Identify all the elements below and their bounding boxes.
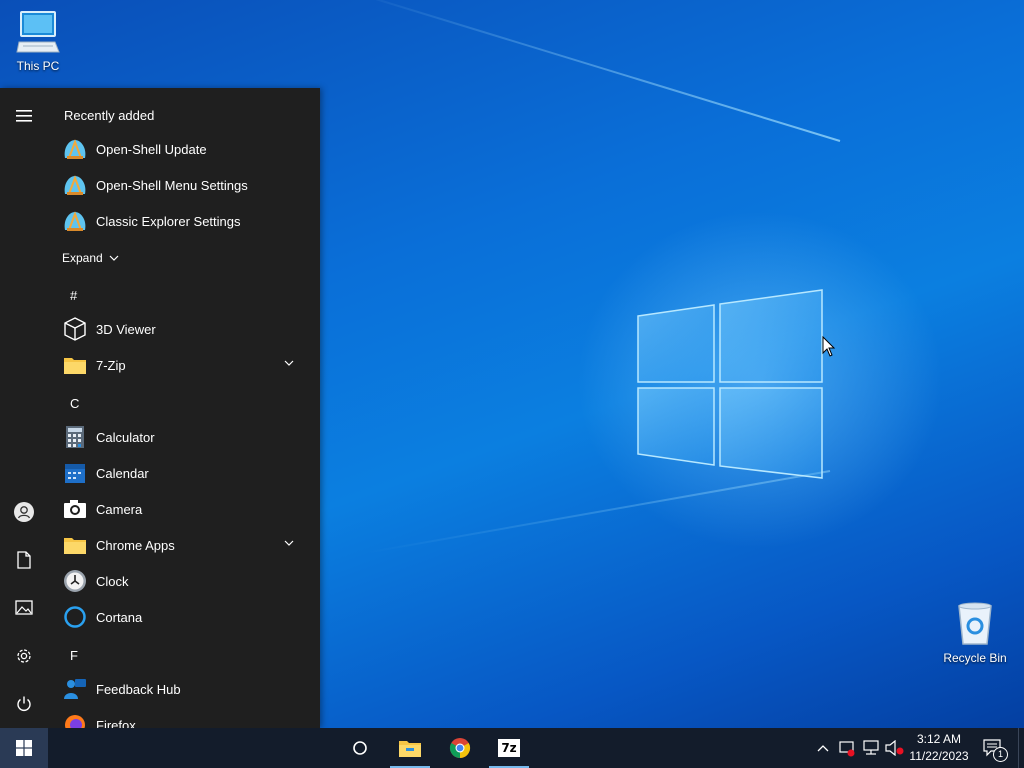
desktop-icon-label: Recycle Bin: [943, 651, 1007, 665]
show-desktop-button[interactable]: [1018, 728, 1024, 768]
settings-button[interactable]: [0, 632, 48, 680]
clock-time: 3:12 AM: [916, 732, 962, 746]
firefox-icon: [62, 712, 88, 728]
computer-icon: [16, 11, 60, 53]
desktop-icon-this-pc[interactable]: This PC: [0, 10, 76, 73]
cortana-icon: [62, 604, 88, 630]
app-item-cortana[interactable]: Cortana: [56, 599, 312, 635]
start-button[interactable]: [0, 728, 48, 768]
documents-button[interactable]: [0, 536, 48, 584]
settings-icon: [17, 649, 31, 663]
app-item-chrome-apps[interactable]: Chrome Apps: [56, 527, 312, 563]
recycle-bin-icon: [958, 602, 992, 645]
shell-icon: [62, 208, 88, 234]
clock-icon: [62, 568, 88, 594]
desktop-icon-recycle-bin[interactable]: Recycle Bin: [937, 602, 1013, 665]
calendar-icon: [62, 460, 88, 486]
app-label: 7-Zip: [96, 357, 126, 373]
user-icon: [14, 502, 34, 522]
system-clock[interactable]: 3:12 AM 11/22/2023: [900, 731, 978, 765]
hamburger-icon: [16, 110, 32, 122]
start-menu: Recently added Open-Shell Update Open-Sh…: [0, 88, 320, 728]
app-item-feedback-hub[interactable]: Feedback Hub: [56, 671, 312, 707]
app-item-open-shell-update[interactable]: Open-Shell Update: [56, 131, 312, 167]
taskbar: 7z 3:12 AM 11/22/2023 1: [0, 728, 1024, 768]
chevron-up-icon: [817, 745, 829, 752]
security-icon: [839, 741, 855, 757]
group-header-c[interactable]: C: [70, 396, 79, 411]
app-item-camera[interactable]: Camera: [56, 491, 312, 527]
pictures-button[interactable]: [0, 584, 48, 632]
start-menu-rail: [0, 88, 48, 728]
app-label: Open-Shell Update: [96, 141, 207, 157]
app-item-classic-explorer-settings[interactable]: Classic Explorer Settings: [56, 203, 312, 239]
wallpaper-beam: [366, 470, 831, 554]
app-label: 3D Viewer: [96, 321, 156, 337]
app-label: Classic Explorer Settings: [96, 213, 241, 229]
expand-button[interactable]: Expand: [62, 248, 119, 268]
group-header-f[interactable]: F: [70, 648, 78, 663]
app-list: Recently added Open-Shell Update Open-Sh…: [48, 88, 320, 728]
app-label: Firefox: [96, 717, 136, 729]
network-tray-button[interactable]: [861, 738, 881, 758]
clock-date: 11/22/2023: [909, 749, 969, 763]
app-label: Cortana: [96, 609, 143, 625]
windows-logo-icon: [16, 740, 32, 756]
seven-zip-icon: 7z: [498, 739, 520, 757]
shell-icon: [62, 136, 88, 162]
desktop-icon-label: This PC: [16, 59, 60, 73]
windows-wallpaper-logo: [637, 289, 823, 479]
app-item-calculator[interactable]: Calculator: [56, 419, 312, 455]
taskbar-7zip-button[interactable]: 7z: [485, 728, 533, 768]
chevron-down-icon: [109, 255, 119, 261]
chevron-down-icon[interactable]: [284, 539, 294, 547]
documents-icon: [17, 551, 31, 569]
taskbar-chrome-button[interactable]: [436, 728, 484, 768]
app-item-clock[interactable]: Clock: [56, 563, 312, 599]
network-icon: [863, 740, 879, 755]
app-item-firefox[interactable]: Firefox: [56, 707, 312, 728]
folder-icon: [62, 352, 88, 378]
group-header-hash[interactable]: #: [70, 288, 77, 303]
folder-icon: [62, 532, 88, 558]
cortana-search-icon: [353, 741, 367, 755]
file-explorer-icon: [399, 741, 421, 757]
app-label: Chrome Apps: [96, 537, 175, 553]
show-hidden-icons-button[interactable]: [813, 738, 833, 758]
notification-count-badge: 1: [993, 747, 1008, 762]
power-button[interactable]: [0, 680, 48, 728]
app-label: Feedback Hub: [96, 681, 181, 697]
taskbar-file-explorer-button[interactable]: [386, 728, 434, 768]
app-item-7-zip[interactable]: 7-Zip: [56, 347, 312, 383]
desktop[interactable]: This PC Recycle Bin Recently added Open-…: [0, 0, 1024, 768]
app-label: Calendar: [96, 465, 149, 481]
cube-icon: [62, 316, 88, 342]
wallpaper-beam: [342, 0, 841, 142]
taskbar-cortana-button[interactable]: [336, 728, 384, 768]
app-item-open-shell-menu-settings[interactable]: Open-Shell Menu Settings: [56, 167, 312, 203]
hamburger-button[interactable]: [0, 92, 48, 140]
calculator-icon: [62, 424, 88, 450]
app-item-calendar[interactable]: Calendar: [56, 455, 312, 491]
action-center-button[interactable]: 1: [982, 738, 1008, 762]
seven-zip-glyph: 7z: [501, 741, 517, 755]
app-label: Open-Shell Menu Settings: [96, 177, 248, 193]
app-label: Calculator: [96, 429, 155, 445]
chevron-down-icon[interactable]: [284, 359, 294, 367]
expand-label: Expand: [62, 251, 103, 265]
feedback-hub-icon: [62, 676, 88, 702]
chrome-icon: [449, 738, 471, 759]
recently-added-heading: Recently added: [64, 108, 155, 123]
security-tray-button[interactable]: [837, 738, 857, 758]
user-account-button[interactable]: [0, 488, 48, 536]
pictures-icon: [15, 600, 33, 615]
app-label: Camera: [96, 501, 143, 517]
shell-icon: [62, 172, 88, 198]
app-label: Clock: [96, 573, 129, 589]
mouse-cursor-icon: [822, 336, 836, 357]
app-item-3d-viewer[interactable]: 3D Viewer: [56, 311, 312, 347]
power-icon: [17, 696, 31, 711]
camera-icon: [62, 496, 88, 522]
